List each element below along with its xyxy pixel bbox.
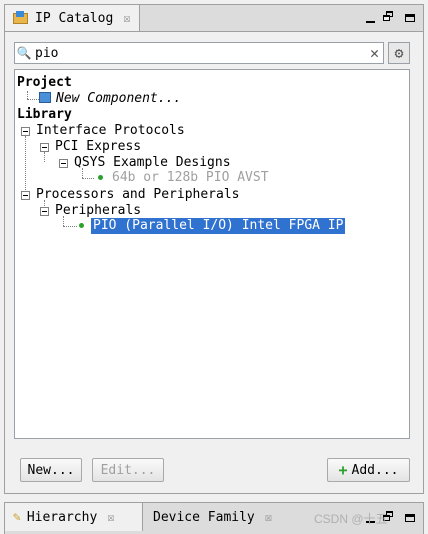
watermark: CSDN @十五 bbox=[314, 512, 388, 526]
edit-button[interactable]: Edit... bbox=[92, 458, 164, 482]
tree-item-new-component[interactable]: New Component... bbox=[56, 91, 181, 107]
collapse-icon[interactable] bbox=[21, 127, 30, 136]
tree-item-pio-intel-fpga-ip[interactable]: PIO (Parallel I/O) Intel FPGA IP bbox=[91, 218, 346, 234]
add-button[interactable]: + Add... bbox=[327, 458, 410, 482]
panel-tabbar: IP Catalog ☒ bbox=[5, 5, 423, 32]
search-icon: 🔍 bbox=[16, 46, 32, 60]
tree-item-qsys-example-designs[interactable]: QSYS Example Designs bbox=[74, 155, 231, 171]
add-button-label: Add... bbox=[351, 462, 399, 478]
tab-close-icon[interactable]: ☒ bbox=[123, 11, 130, 25]
collapse-icon[interactable] bbox=[40, 143, 49, 152]
ip-tree[interactable]: Project New Component... Library Interfa… bbox=[14, 69, 410, 439]
restore-icon[interactable] bbox=[383, 11, 397, 25]
tab-device-family[interactable]: Device Family ☒ bbox=[145, 503, 295, 531]
tab-hierarchy-label: Hierarchy bbox=[26, 509, 98, 525]
tab-hierarchy[interactable]: ✎ Hierarchy ☒ bbox=[5, 503, 143, 531]
tree-connector bbox=[27, 99, 39, 100]
search-input[interactable] bbox=[33, 45, 355, 61]
tab-close-icon[interactable]: ☒ bbox=[107, 510, 114, 524]
clear-search-icon[interactable]: ✕ bbox=[370, 44, 379, 62]
tab-title: IP Catalog bbox=[35, 10, 114, 26]
tree-connector bbox=[63, 226, 77, 227]
tree-connector bbox=[82, 168, 83, 178]
minimize-icon[interactable] bbox=[363, 11, 377, 25]
tree-item-processors-and-peripherals[interactable]: Processors and Peripherals bbox=[36, 187, 240, 203]
maximize-icon[interactable] bbox=[403, 511, 417, 525]
search-box[interactable]: 🔍 ✕ bbox=[14, 42, 384, 64]
tree-connector bbox=[82, 178, 94, 179]
tree-connector bbox=[25, 136, 26, 194]
tree-item-pci-express[interactable]: PCI Express bbox=[55, 139, 141, 155]
tree-project-header: Project bbox=[17, 75, 72, 90]
ip-dot-icon bbox=[98, 175, 103, 180]
plus-icon: + bbox=[338, 461, 348, 479]
tree-library-header: Library bbox=[17, 107, 72, 122]
new-button[interactable]: New... bbox=[20, 458, 82, 482]
hierarchy-icon: ✎ bbox=[13, 509, 21, 525]
tree-item-interface-protocols[interactable]: Interface Protocols bbox=[36, 123, 185, 139]
ip-catalog-icon bbox=[13, 11, 29, 25]
collapse-icon[interactable] bbox=[40, 207, 49, 216]
search-row: 🔍 ✕ ⚙ bbox=[14, 42, 410, 64]
tree-item-peripherals[interactable]: Peripherals bbox=[55, 203, 141, 219]
tab-ip-catalog[interactable]: IP Catalog ☒ bbox=[5, 5, 140, 31]
tab-device-family-label: Device Family bbox=[153, 509, 255, 525]
ip-dot-icon bbox=[79, 223, 84, 228]
tree-connector bbox=[27, 91, 28, 99]
maximize-icon[interactable] bbox=[403, 11, 417, 25]
tree-connector bbox=[63, 216, 64, 226]
new-component-icon bbox=[39, 92, 51, 103]
tab-close-icon[interactable]: ☒ bbox=[265, 510, 272, 524]
tree-connector bbox=[44, 152, 45, 162]
tree-item-pio-avst[interactable]: 64b or 128b PIO AVST bbox=[112, 170, 269, 186]
collapse-icon[interactable] bbox=[21, 191, 30, 200]
settings-gear-icon[interactable]: ⚙ bbox=[388, 42, 410, 64]
window-controls bbox=[363, 11, 417, 25]
collapse-icon[interactable] bbox=[59, 159, 68, 168]
